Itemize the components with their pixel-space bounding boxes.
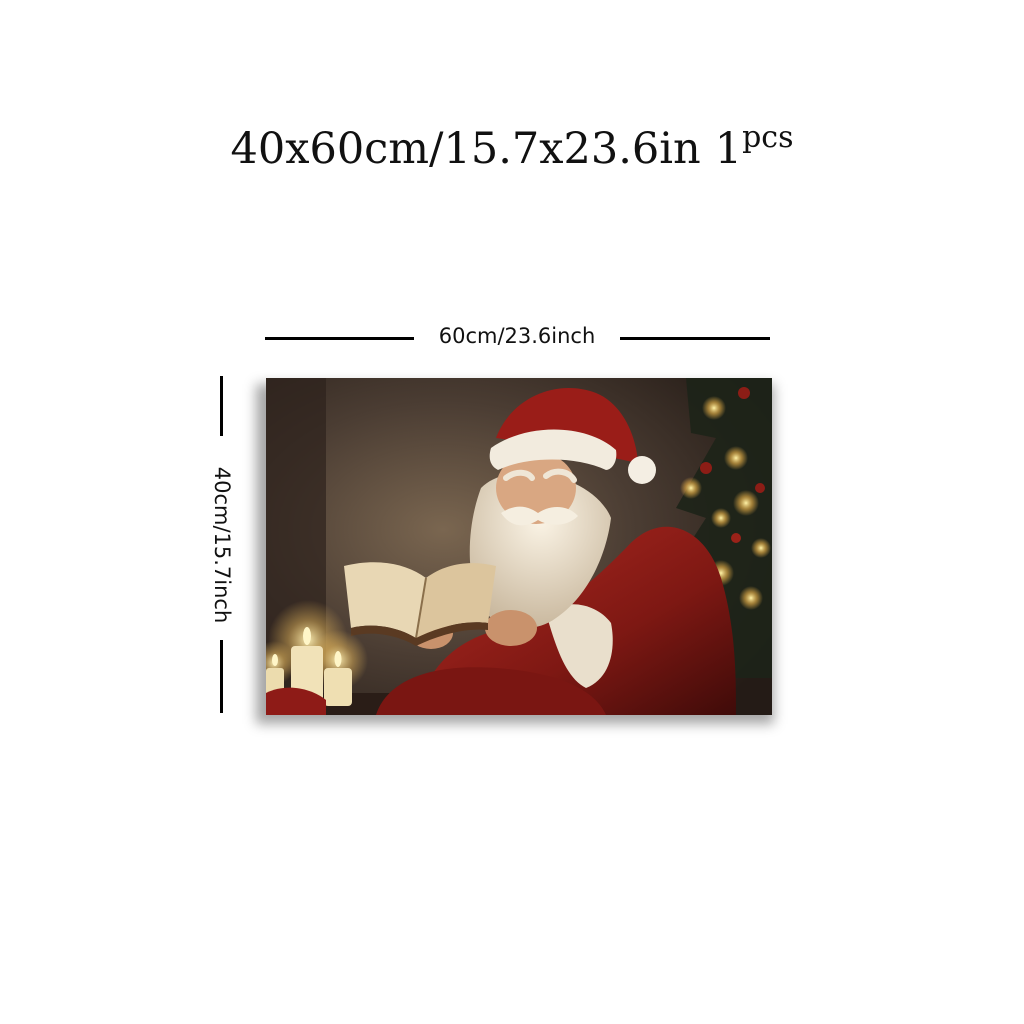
tree-ornament [731, 533, 741, 543]
tree-light [724, 446, 748, 470]
tree-ornament [755, 483, 765, 493]
quantity-unit: pcs [742, 120, 794, 155]
candle-flame [303, 627, 311, 645]
product-size-title: 40x60cm/15.7x23.6in 1pcs [0, 120, 1024, 174]
tree-light [739, 586, 763, 610]
candle-flame [272, 654, 278, 666]
size-text: 40x60cm/15.7x23.6in [230, 124, 701, 174]
height-dimension-label: 40cm/15.7inch [210, 466, 234, 624]
quantity-number: 1 [714, 124, 743, 174]
santa-hat-pompom [628, 456, 656, 484]
tree-ornament [738, 387, 750, 399]
tree-ornament [700, 462, 712, 474]
santa-hand-right [485, 610, 537, 646]
tree-light [733, 490, 759, 516]
candle [324, 668, 352, 706]
canvas-print [266, 378, 772, 715]
height-dimension-line-top [220, 376, 223, 436]
tree-light [702, 396, 726, 420]
width-dimension-line-left [265, 337, 414, 340]
width-dimension-line-right [620, 337, 770, 340]
candle-flame [334, 651, 342, 667]
santa-painting [266, 378, 772, 715]
width-dimension-label: 60cm/23.6inch [438, 324, 596, 348]
tree-light [751, 538, 771, 558]
tree-light [711, 508, 731, 528]
tree-light [680, 477, 702, 499]
height-dimension-line-bottom [220, 640, 223, 713]
